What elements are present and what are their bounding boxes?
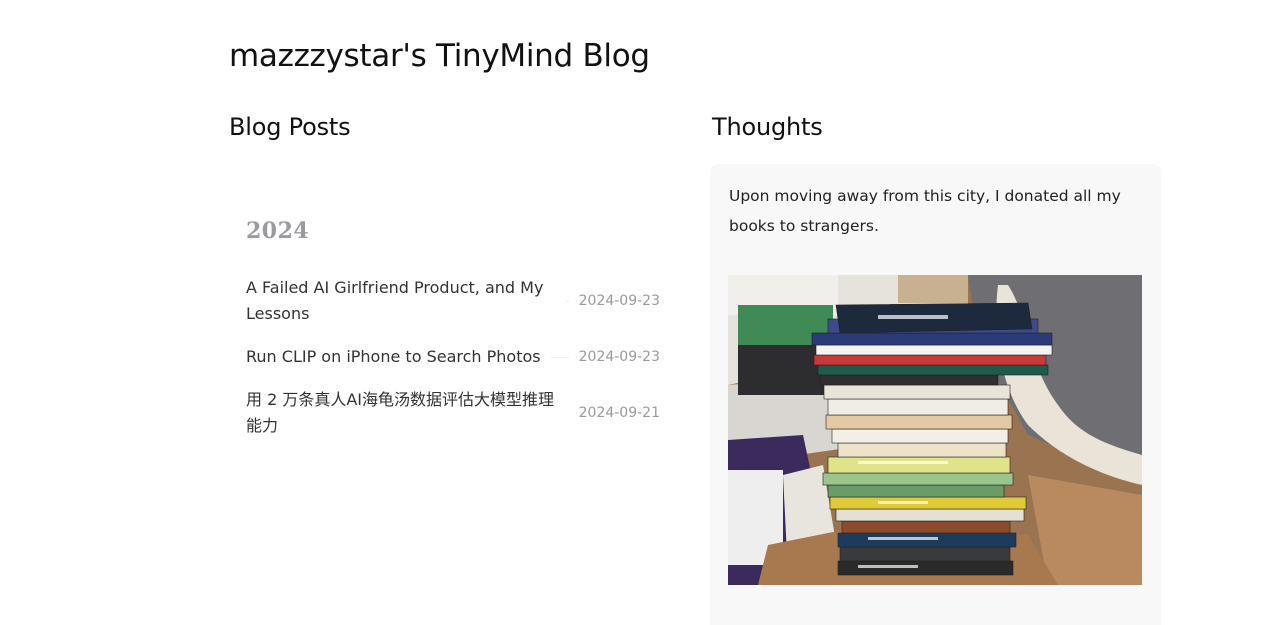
post-date: 2024-09-21: [578, 405, 660, 421]
year-heading: 2024: [246, 218, 310, 244]
post-title-link[interactable]: Run CLIP on iPhone to Search Photos: [246, 344, 541, 370]
thoughts-heading: Thoughts: [712, 113, 823, 141]
post-list-item[interactable]: Run CLIP on iPhone to Search Photos 2024…: [246, 344, 660, 370]
stack-of-books-photo[interactable]: [728, 275, 1142, 585]
divider: [550, 356, 569, 358]
thought-text: Upon moving away from this city, I donat…: [729, 187, 1121, 235]
page: mazzzystar's TinyMind Blog Blog Posts Th…: [0, 0, 1280, 625]
post-date: 2024-09-23: [578, 293, 660, 309]
post-list-item[interactable]: A Failed AI Girlfriend Product, and My L…: [246, 275, 660, 327]
post-title-link[interactable]: A Failed AI Girlfriend Product, and My L…: [246, 275, 556, 327]
site-title[interactable]: mazzzystar's TinyMind Blog: [229, 38, 650, 74]
blog-posts-heading: Blog Posts: [229, 113, 351, 141]
post-list-item[interactable]: 用 2 万条真人AI海龟汤数据评估大模型推理能力 2024-09-21: [246, 387, 660, 439]
thought-card: Upon moving away from this city, I donat…: [710, 164, 1161, 625]
divider: [566, 300, 569, 302]
post-date: 2024-09-23: [578, 349, 660, 365]
post-title-link[interactable]: 用 2 万条真人AI海龟汤数据评估大模型推理能力: [246, 387, 559, 439]
